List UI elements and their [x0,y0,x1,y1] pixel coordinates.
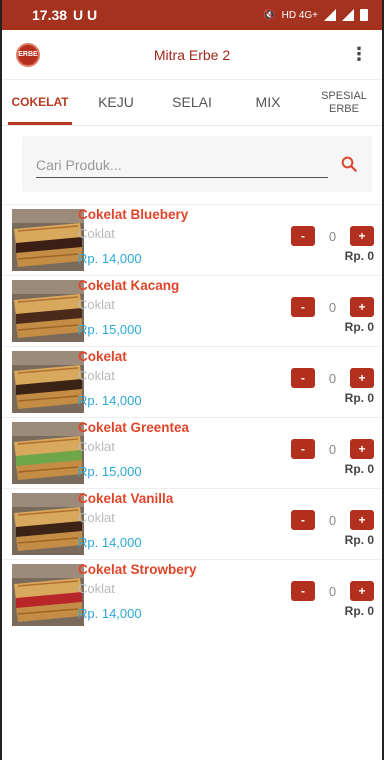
product-info: Cokelat Coklat Rp. 14,000 [78,347,288,417]
product-category: Coklat [78,439,115,454]
increase-button[interactable]: + [350,581,374,601]
subtotal-price: Rp. 0 [344,320,374,334]
search-section [2,126,382,200]
product-item[interactable]: Cokelat Bluebery Coklat Rp. 14,000 - 0 +… [2,204,382,275]
subtotal-price: Rp. 0 [344,533,374,547]
product-price: Rp. 15,000 [78,322,142,337]
product-image [2,347,84,417]
product-item[interactable]: Cokelat Strowbery Coklat Rp. 14,000 - 0 … [2,559,382,630]
product-price: Rp. 14,000 [78,251,142,266]
increase-button[interactable]: + [350,510,374,530]
product-category: Coklat [78,510,115,525]
product-image [2,276,84,346]
product-item[interactable]: Cokelat Kacang Coklat Rp. 15,000 - 0 + R… [2,275,382,346]
quantity-stepper: - 0 + [291,439,374,459]
tab-spesial-erbe[interactable]: SPESIAL ERBE [306,80,382,125]
app-title: Mitra Erbe 2 [153,46,231,63]
decrease-button[interactable]: - [291,368,315,388]
product-price: Rp. 14,000 [78,535,142,550]
product-controls: - 0 + Rp. 0 [288,418,382,488]
decrease-button[interactable]: - [291,510,315,530]
product-image [2,418,84,488]
product-category: Coklat [78,581,115,596]
product-category: Coklat [78,226,115,241]
quantity-value: 0 [328,441,337,457]
category-tabs: COKELAT KEJU SELAI MIX SPESIAL ERBE [2,80,382,126]
quantity-stepper: - 0 + [291,297,374,317]
product-name: Cokelat Strowbery [78,562,197,577]
tab-selai[interactable]: SELAI [154,80,230,125]
product-info: Cokelat Bluebery Coklat Rp. 14,000 [78,205,288,275]
product-image [2,560,84,630]
product-price: Rp. 14,000 [78,393,142,408]
product-controls: - 0 + Rp. 0 [288,205,382,275]
product-info: Cokelat Strowbery Coklat Rp. 14,000 [78,560,288,630]
search-icon[interactable] [328,155,358,173]
signal-icon-2 [342,9,354,21]
decrease-button[interactable]: - [291,297,315,317]
quantity-value: 0 [328,370,337,386]
product-category: Coklat [78,297,115,312]
product-image [2,205,84,275]
quantity-value: 0 [328,299,337,315]
product-price: Rp. 14,000 [78,606,142,621]
status-notification-icons: U U [73,7,98,23]
subtotal-price: Rp. 0 [344,391,374,405]
more-vert-icon[interactable]: ⋮ [350,44,368,65]
app-bar: ERBE Mitra Erbe 2 ⋮ [2,30,382,80]
product-item[interactable]: Cokelat Coklat Rp. 14,000 - 0 + Rp. 0 [2,346,382,417]
tab-keju[interactable]: KEJU [78,80,154,125]
product-list: Cokelat Bluebery Coklat Rp. 14,000 - 0 +… [2,204,382,630]
decrease-button[interactable]: - [291,439,315,459]
quantity-value: 0 [328,228,337,244]
product-name: Cokelat [78,349,127,364]
quantity-value: 0 [328,583,337,599]
increase-button[interactable]: + [350,439,374,459]
tab-mix[interactable]: MIX [230,80,306,125]
decrease-button[interactable]: - [291,226,315,246]
product-category: Coklat [78,368,115,383]
signal-icon [324,9,336,21]
product-controls: - 0 + Rp. 0 [288,560,382,630]
product-price: Rp. 15,000 [78,464,142,479]
network-label: HD 4G+ [281,9,318,21]
product-name: Cokelat Bluebery [78,207,189,222]
product-controls: - 0 + Rp. 0 [288,276,382,346]
search-input[interactable] [36,150,328,178]
product-controls: - 0 + Rp. 0 [288,489,382,559]
product-item[interactable]: Cokelat Greentea Coklat Rp. 15,000 - 0 +… [2,417,382,488]
quantity-stepper: - 0 + [291,510,374,530]
subtotal-price: Rp. 0 [344,462,374,476]
subtotal-price: Rp. 0 [344,604,374,618]
subtotal-price: Rp. 0 [344,249,374,263]
increase-button[interactable]: + [350,297,374,317]
mute-icon: 🔇 [263,9,276,21]
product-item[interactable]: Cokelat Vanilla Coklat Rp. 14,000 - 0 + … [2,488,382,559]
status-time: 17.38 [32,7,68,23]
quantity-value: 0 [328,512,337,528]
tab-cokelat[interactable]: COKELAT [2,80,78,125]
product-info: Cokelat Kacang Coklat Rp. 15,000 [78,276,288,346]
product-info: Cokelat Vanilla Coklat Rp. 14,000 [78,489,288,559]
product-info: Cokelat Greentea Coklat Rp. 15,000 [78,418,288,488]
product-name: Cokelat Vanilla [78,491,174,506]
product-image [2,489,84,559]
quantity-stepper: - 0 + [291,581,374,601]
decrease-button[interactable]: - [291,581,315,601]
increase-button[interactable]: + [350,368,374,388]
product-controls: - 0 + Rp. 0 [288,347,382,417]
search-box [22,136,372,192]
quantity-stepper: - 0 + [291,368,374,388]
quantity-stepper: - 0 + [291,226,374,246]
product-name: Cokelat Kacang [78,278,180,293]
status-bar: 17.38 U U 🔇 HD 4G+ [2,0,382,30]
product-name: Cokelat Greentea [78,420,190,435]
increase-button[interactable]: + [350,226,374,246]
battery-icon [360,9,368,21]
